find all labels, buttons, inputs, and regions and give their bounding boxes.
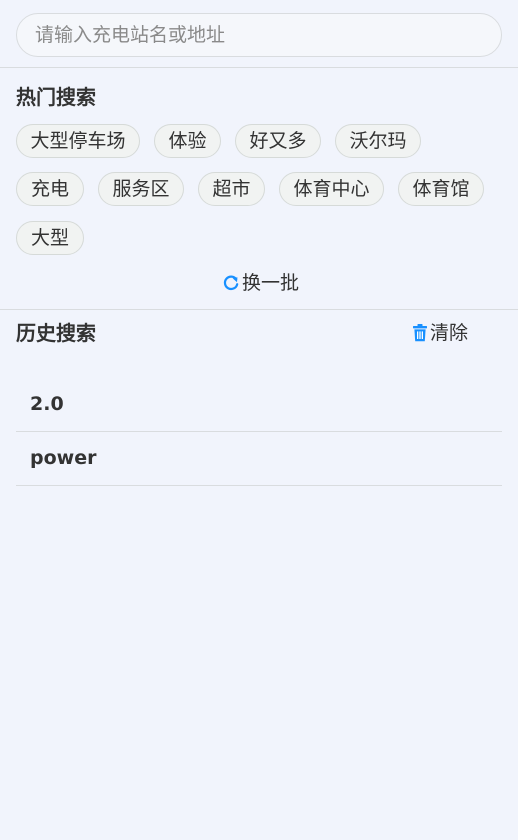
hot-tag[interactable]: 服务区 <box>98 172 184 206</box>
divider <box>0 309 518 310</box>
refresh-label: 换一批 <box>242 272 300 294</box>
hot-tag[interactable]: 体育馆 <box>398 172 484 206</box>
refresh-button[interactable]: 换一批 <box>222 270 299 296</box>
hot-tag[interactable]: 沃尔玛 <box>335 124 421 158</box>
hot-tag[interactable]: 大型 <box>16 221 84 255</box>
search-input[interactable] <box>35 14 475 56</box>
search-bar <box>16 13 502 57</box>
history-title: 历史搜索 <box>16 321 96 345</box>
clear-history-button[interactable]: 清除 <box>412 320 468 346</box>
clear-label: 清除 <box>430 322 469 344</box>
hot-tag[interactable]: 超市 <box>198 172 265 206</box>
refresh-icon <box>222 274 240 292</box>
divider <box>0 67 518 68</box>
history-item-text: power <box>30 447 97 469</box>
history-item[interactable]: power <box>16 432 502 486</box>
history-item-text: 2.0 <box>30 393 64 415</box>
hot-tag[interactable]: 体育中心 <box>279 172 384 206</box>
history-item[interactable]: 2.0 <box>16 378 502 432</box>
trash-icon <box>412 324 428 342</box>
hot-search-title: 热门搜索 <box>16 85 96 109</box>
hot-tag[interactable]: 充电 <box>16 172 84 206</box>
hot-tag[interactable]: 大型停车场 <box>16 124 140 158</box>
hot-tag[interactable]: 好又多 <box>235 124 321 158</box>
hot-tag[interactable]: 体验 <box>154 124 221 158</box>
